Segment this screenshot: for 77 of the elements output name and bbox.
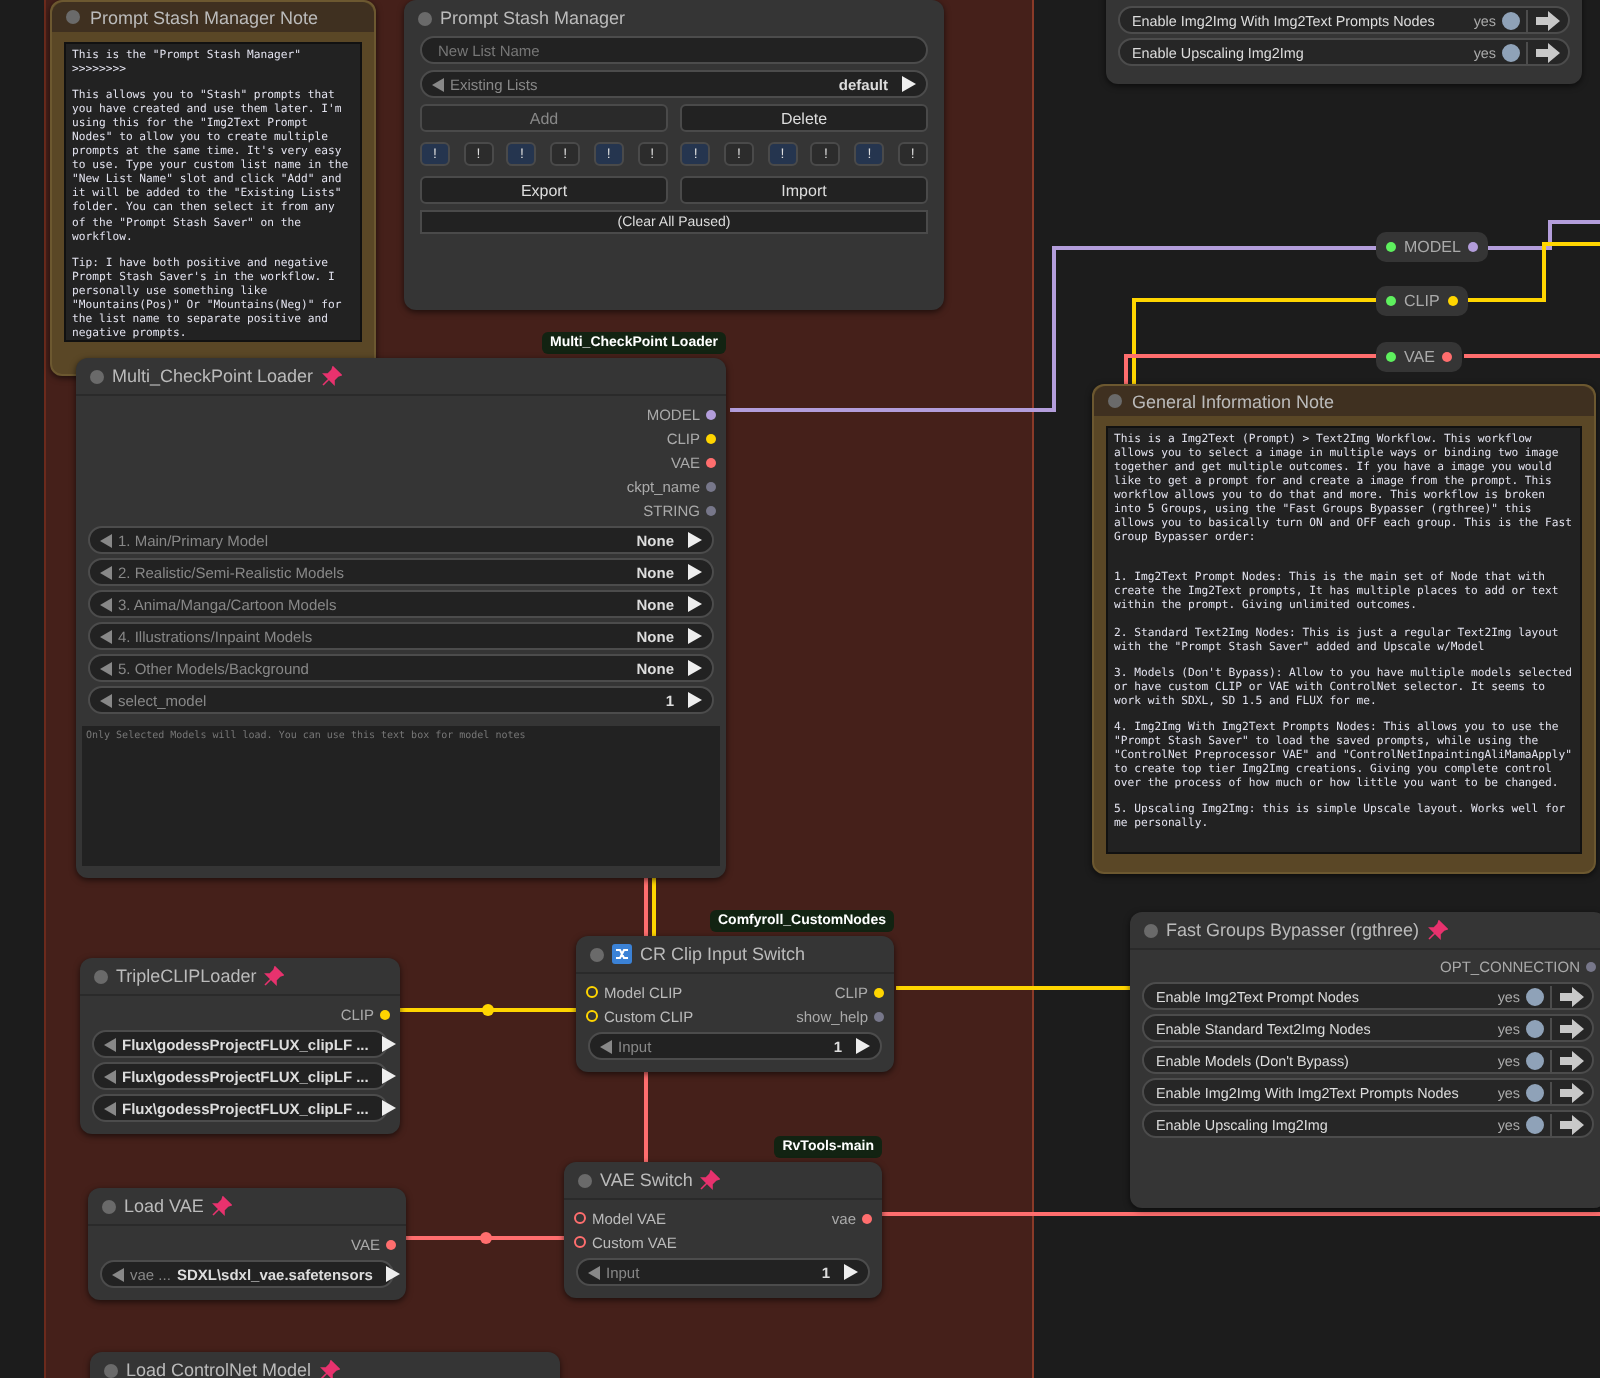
node-title: General Information Note (1132, 391, 1335, 411)
pin-icon[interactable] (211, 1196, 232, 1216)
toggle-switch[interactable] (1526, 1019, 1544, 1037)
clip-wire (1464, 242, 1600, 302)
toggle-switch[interactable] (1526, 987, 1544, 1005)
collapse-dot-icon[interactable] (94, 969, 108, 983)
reroute-node[interactable]: VAE (1376, 342, 1463, 372)
reroute-node[interactable]: MODEL (1376, 232, 1489, 262)
input-dot-icon[interactable] (1386, 352, 1396, 362)
collapse-dot-icon[interactable] (104, 1363, 118, 1377)
toggle-switch[interactable] (1526, 1051, 1544, 1069)
left-arrow-icon[interactable] (100, 629, 112, 643)
left-arrow-icon[interactable] (588, 1265, 600, 1279)
toggle-switch[interactable] (1502, 43, 1520, 61)
right-arrow-icon[interactable] (902, 76, 916, 92)
right-arrow-icon[interactable] (856, 1038, 870, 1054)
toggle-switch[interactable] (1526, 1115, 1544, 1133)
node-title: VAE Switch (600, 1170, 693, 1190)
transfer-button[interactable]: Export (420, 176, 668, 204)
shuffle-icon (612, 944, 632, 964)
collapse-dot-icon[interactable] (90, 369, 104, 383)
reroute-label: VAE (1404, 348, 1435, 366)
node-title: TripleCLIPLoader (116, 966, 257, 986)
output-dot-icon[interactable] (1468, 242, 1479, 252)
output-slot-icon[interactable] (706, 457, 716, 467)
reroute-label: CLIP (1404, 292, 1440, 310)
pin-icon[interactable] (321, 366, 342, 386)
output-slot-icon[interactable] (874, 987, 884, 997)
right-arrow-icon[interactable] (844, 1264, 858, 1280)
left-arrow-icon[interactable] (112, 1267, 124, 1281)
left-arrow-icon[interactable] (100, 565, 112, 579)
collapse-dot-icon[interactable] (418, 11, 432, 25)
collapse-dot-icon[interactable] (578, 1173, 592, 1187)
toggle-switch[interactable] (1502, 11, 1520, 29)
right-arrow-icon[interactable] (386, 1266, 401, 1282)
left-arrow-icon[interactable] (600, 1039, 612, 1053)
pin-icon[interactable] (700, 1170, 721, 1190)
node-title: Prompt Stash Manager Note (90, 7, 319, 27)
collapse-dot-icon[interactable] (590, 947, 604, 961)
pin-icon[interactable] (264, 966, 285, 986)
output-slot-icon[interactable] (386, 1239, 396, 1249)
left-arrow-icon[interactable] (104, 1037, 116, 1051)
output-slot-icon[interactable] (862, 1213, 872, 1223)
pin-icon[interactable] (1427, 920, 1448, 940)
input-slot-icon[interactable] (574, 1236, 586, 1248)
collapse-dot-icon[interactable] (1108, 394, 1122, 408)
node-title: Prompt Stash Manager (440, 8, 626, 28)
collapse-dot-icon[interactable] (66, 10, 80, 24)
node-title: CR Clip Input Switch (640, 944, 806, 964)
input-dot-icon[interactable] (1386, 242, 1396, 252)
node-title: Fast Groups Bypasser (rgthree) (1166, 920, 1420, 940)
left-arrow-icon[interactable] (100, 693, 112, 707)
input-slot-icon[interactable] (574, 1212, 586, 1224)
pin-icon[interactable] (319, 1360, 340, 1378)
vae-wire (1464, 354, 1600, 358)
output-dot-icon[interactable] (1442, 352, 1453, 362)
left-arrow-icon[interactable] (104, 1069, 116, 1083)
toggle-switch[interactable] (1526, 1083, 1544, 1101)
left-arrow-icon[interactable] (104, 1101, 116, 1115)
transfer-button[interactable]: Import (680, 176, 928, 204)
reroute-label: MODEL (1404, 238, 1461, 256)
node-title: Load ControlNet Model (126, 1360, 312, 1378)
output-slot-icon[interactable] (380, 1009, 390, 1019)
node-title: Multi_CheckPoint Loader (112, 366, 314, 386)
left-arrow-icon[interactable] (100, 597, 112, 611)
output-slot-icon[interactable] (706, 433, 716, 443)
output-dot-icon[interactable] (1447, 296, 1458, 306)
left-arrow-icon[interactable] (100, 533, 112, 547)
output-slot-icon[interactable] (706, 409, 716, 419)
reroute-node[interactable]: CLIP (1376, 286, 1468, 316)
input-dot-icon[interactable] (1386, 296, 1396, 306)
collapse-dot-icon[interactable] (102, 1199, 116, 1213)
collapse-dot-icon[interactable] (1144, 923, 1158, 937)
action-button[interactable]: Delete (680, 104, 928, 132)
left-arrow-icon[interactable] (432, 77, 444, 91)
node-title: Load VAE (124, 1196, 204, 1216)
left-arrow-icon[interactable] (100, 661, 112, 675)
